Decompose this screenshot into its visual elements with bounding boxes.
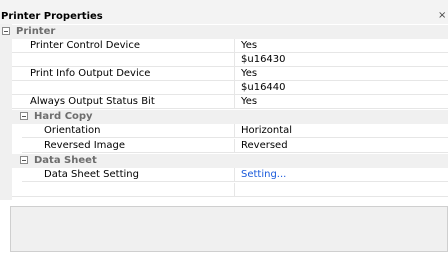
title-bar: Printer Properties × <box>0 0 448 24</box>
property-name: Reversed Image <box>22 139 234 153</box>
property-name-blank <box>12 53 234 67</box>
property-sub-value[interactable]: $u16430 <box>234 53 448 67</box>
property-name: Print Info Output Device <box>12 67 234 81</box>
property-row-always-output-status-bit[interactable]: Always Output Status Bit Yes <box>0 95 448 109</box>
category-printer[interactable]: Printer <box>0 25 448 39</box>
property-row-orientation[interactable]: Orientation Horizontal <box>0 124 448 138</box>
property-subrow-printer-control-device: $u16430 <box>0 53 448 67</box>
property-row-print-info-output-device[interactable]: Print Info Output Device Yes <box>0 67 448 81</box>
description-panel <box>10 206 448 252</box>
property-value[interactable]: Horizontal <box>234 124 448 138</box>
close-icon[interactable]: × <box>438 10 446 22</box>
property-value[interactable]: Yes <box>234 39 448 53</box>
property-name: Orientation <box>22 124 234 138</box>
empty-row <box>0 183 448 197</box>
property-value[interactable]: Yes <box>234 95 448 109</box>
empty-name-cell <box>12 183 234 197</box>
category-data-sheet[interactable]: Data Sheet <box>12 154 448 168</box>
property-row-printer-control-device[interactable]: Printer Control Device Yes <box>0 39 448 53</box>
empty-value-cell <box>234 183 448 197</box>
data-sheet-setting-link[interactable]: Setting... <box>234 168 448 182</box>
collapse-icon[interactable] <box>20 156 28 164</box>
property-row-data-sheet-setting[interactable]: Data Sheet Setting Setting... <box>0 168 448 182</box>
property-name: Always Output Status Bit <box>12 95 234 109</box>
category-label: Hard Copy <box>34 111 93 122</box>
property-row-reversed-image[interactable]: Reversed Image Reversed <box>0 139 448 153</box>
property-sub-value[interactable]: $u16440 <box>234 81 448 95</box>
property-name: Printer Control Device <box>12 39 234 53</box>
collapse-icon[interactable] <box>2 27 10 35</box>
category-label: Data Sheet <box>34 155 97 166</box>
collapse-icon[interactable] <box>20 112 28 120</box>
property-name-blank <box>12 81 234 95</box>
category-label: Printer <box>16 26 56 37</box>
property-value[interactable]: Reversed <box>234 139 448 153</box>
property-subrow-print-info-output-device: $u16440 <box>0 81 448 95</box>
category-hard-copy[interactable]: Hard Copy <box>12 110 448 124</box>
property-value[interactable]: Yes <box>234 67 448 81</box>
window-title: Printer Properties <box>1 11 103 22</box>
property-name: Data Sheet Setting <box>22 168 234 182</box>
